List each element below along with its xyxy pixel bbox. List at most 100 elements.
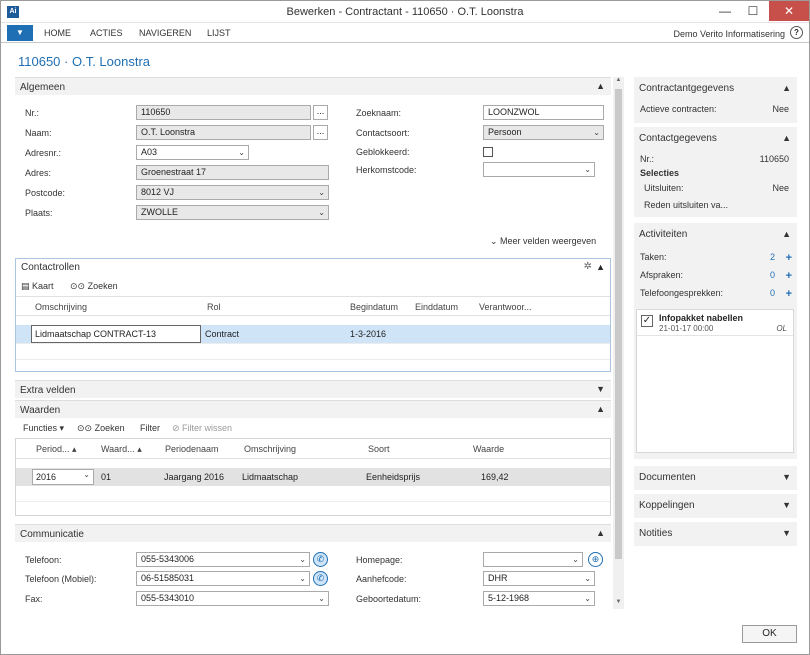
ok-button[interactable]: OK: [742, 625, 797, 643]
contactsoort-select[interactable]: Persoon ⌄: [483, 125, 604, 140]
col-rol[interactable]: Rol: [207, 302, 221, 312]
cell-waarde-nr: 01: [101, 472, 112, 482]
factbox-contractantgegevens: Contractantgegevens ▲ Actieve contracten…: [634, 77, 797, 123]
tab-home[interactable]: HOME: [44, 28, 71, 38]
geboortedatum-field[interactable]: 5-12-1968 ⌄: [483, 591, 595, 606]
fasttab-waarden[interactable]: Waarden ▲: [15, 400, 611, 418]
naam-field[interactable]: O.T. Loonstra: [136, 125, 311, 140]
postcode-select[interactable]: 8012 VJ ⌄: [136, 185, 329, 200]
homepage-field[interactable]: ⌄: [483, 552, 583, 567]
factbox-title: Contactgegevens: [639, 133, 717, 144]
minimize-button[interactable]: —: [711, 1, 739, 21]
chevron-down-icon[interactable]: ▼: [596, 384, 605, 394]
zoeknaam-field[interactable]: LOONZWOL: [483, 105, 604, 120]
geboortedatum-value: 5-12-1968: [488, 593, 530, 603]
add-taak-icon[interactable]: +: [786, 253, 792, 264]
adres-field[interactable]: Groenestraat 17: [136, 165, 329, 180]
close-button[interactable]: ✕: [769, 1, 809, 21]
more-fields-link[interactable]: ⌄ Meer velden weergeven: [490, 236, 596, 247]
cell-begindatum: 1-3-2016: [350, 329, 387, 339]
filter-button[interactable]: Filter: [140, 423, 160, 433]
aanhefcode-select[interactable]: DHR ⌄: [483, 571, 595, 586]
geblokkeerd-checkbox[interactable]: [483, 147, 493, 157]
chevron-down-icon[interactable]: ▼: [782, 528, 791, 538]
col-soort[interactable]: Soort: [368, 444, 390, 454]
main-scrollbar[interactable]: ▲ ▼: [613, 77, 624, 609]
field-label: Geblokkeerd:: [356, 147, 410, 157]
maximize-button[interactable]: ☐: [739, 1, 767, 21]
col-begindatum[interactable]: Begindatum: [350, 302, 398, 312]
plaats-select[interactable]: ZWOLLE ⌄: [136, 205, 329, 220]
kaart-button[interactable]: ▤ Kaart: [21, 281, 54, 292]
tab-lijst[interactable]: LIJST: [207, 28, 231, 38]
factbox-koppelingen[interactable]: Koppelingen ▼: [634, 494, 797, 518]
chevron-up-icon[interactable]: ▲: [782, 133, 791, 143]
fasttab-algemeen[interactable]: Algemeen ▲: [15, 77, 611, 95]
nr-lookup-button[interactable]: ...: [313, 105, 328, 120]
mobiel-field[interactable]: 06-51585031 ⌄: [136, 571, 310, 586]
field-label: Naam:: [25, 128, 52, 138]
zoeken-label: Zoeken: [94, 423, 125, 433]
chevron-up-icon[interactable]: ▲: [596, 262, 605, 272]
chevron-down-icon: ⌄: [572, 555, 579, 564]
chevron-up-icon[interactable]: ▲: [596, 81, 605, 91]
chevron-up-icon[interactable]: ▲: [782, 83, 791, 93]
mobiel-value: 06-51585031: [141, 573, 195, 583]
scroll-up-icon[interactable]: ▲: [613, 77, 624, 87]
table-row[interactable]: 2016 ⌄ 01 Jaargang 2016 Lidmaatschap Een…: [16, 468, 610, 486]
zoeken-button[interactable]: ⊙⊙ Zoeken: [70, 281, 118, 292]
adresnr-select[interactable]: A03 ⌄: [136, 145, 249, 160]
col-einddatum[interactable]: Einddatum: [415, 302, 458, 312]
periode-select[interactable]: 2016 ⌄: [32, 469, 94, 485]
nr-field[interactable]: 110650: [136, 105, 311, 120]
filter-wissen-button[interactable]: ⊘ Filter wissen: [172, 423, 232, 434]
col-waarde-nr[interactable]: Waard... ▴: [101, 444, 142, 455]
add-afspraak-icon[interactable]: +: [786, 271, 792, 282]
naam-assist-button[interactable]: ...: [313, 125, 328, 140]
field-label: Nr.:: [25, 108, 40, 118]
scroll-thumb[interactable]: [615, 89, 622, 559]
chevron-up-icon[interactable]: ▲: [596, 528, 605, 538]
chevron-down-icon[interactable]: ▼: [782, 500, 791, 510]
table-row[interactable]: Lidmaatschap CONTRACT-13 Contract 1-3-20…: [16, 325, 610, 343]
reden-uitsluiten-label: Reden uitsluiten va...: [644, 200, 729, 210]
help-icon[interactable]: ?: [790, 26, 803, 39]
list-item[interactable]: ✓ Infopakket nabellen 21-01-17 00:00 OL: [637, 310, 793, 336]
col-verantwoordelijke[interactable]: Verantwoor...: [479, 302, 532, 312]
chevron-up-icon[interactable]: ▲: [596, 404, 605, 414]
filter-wissen-label: Filter wissen: [182, 423, 233, 433]
col-periodenaam[interactable]: Periodenaam: [165, 444, 219, 454]
col-periode[interactable]: Period... ▴: [36, 444, 77, 455]
globe-icon[interactable]: ⊕: [588, 552, 603, 567]
fasttab-communicatie[interactable]: Communicatie ▲: [15, 524, 611, 542]
functies-menu[interactable]: Functies ▾: [23, 423, 64, 434]
afspraken-count[interactable]: 0: [770, 270, 775, 280]
phone-call-icon[interactable]: ✆: [313, 571, 328, 586]
page-title: 110650 · O.T. Loonstra: [18, 54, 151, 69]
col-omschrijving[interactable]: Omschrijving: [244, 444, 296, 454]
binoculars-icon: ⊙⊙: [70, 281, 88, 291]
herkomstcode-select[interactable]: ⌄: [483, 162, 595, 177]
chevron-down-icon[interactable]: ▼: [782, 472, 791, 482]
zoeken-button[interactable]: ⊙⊙ Zoeken: [77, 423, 125, 434]
add-telefoongesprek-icon[interactable]: +: [786, 289, 792, 300]
fasttab-extra-velden[interactable]: Extra velden ▼: [15, 380, 611, 398]
functies-label: Functies: [23, 423, 58, 433]
tab-acties[interactable]: ACTIES: [90, 28, 123, 38]
phone-call-icon[interactable]: ✆: [313, 552, 328, 567]
telefoon-field[interactable]: 055-5343006 ⌄: [136, 552, 310, 567]
telefoongesprekken-count[interactable]: 0: [770, 288, 775, 298]
col-waarde[interactable]: Waarde: [473, 444, 504, 454]
chevron-up-icon[interactable]: ▲: [782, 229, 791, 239]
taken-count[interactable]: 2: [770, 252, 775, 262]
title-bar: Ai Bewerken - Contractant - 110650 · O.T…: [1, 1, 809, 23]
scroll-down-icon[interactable]: ▼: [613, 599, 624, 609]
col-omschrijving[interactable]: Omschrijving: [35, 302, 87, 312]
app-menu-button[interactable]: ▼: [7, 25, 33, 41]
settings-gear-icon[interactable]: ✲: [584, 261, 592, 272]
factbox-notities[interactable]: Notities ▼: [634, 522, 797, 546]
fax-field[interactable]: 055-5343010 ⌄: [136, 591, 329, 606]
tab-navigeren[interactable]: NAVIGEREN: [139, 28, 191, 38]
factbox-documenten[interactable]: Documenten ▼: [634, 466, 797, 490]
field-label: Contactsoort:: [356, 128, 410, 138]
